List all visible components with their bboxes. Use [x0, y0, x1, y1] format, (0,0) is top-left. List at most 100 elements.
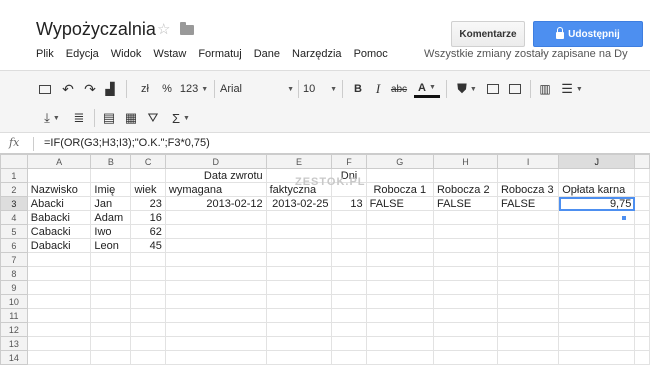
function-button[interactable]: Σ ▼	[168, 109, 194, 127]
cell-h2[interactable]: Robocza 2	[432, 182, 498, 197]
row-header-7[interactable]: 7	[0, 252, 28, 267]
cell-b5[interactable]: Iwo	[90, 224, 132, 239]
fill-color-icon[interactable]: ⛊ ▼	[454, 80, 480, 98]
cell-b6[interactable]: Leon	[90, 238, 132, 253]
cell-i1[interactable]	[496, 168, 560, 183]
cell-b4[interactable]: Adam	[90, 210, 132, 225]
folder-icon[interactable]	[180, 22, 194, 35]
column-header-extra[interactable]	[634, 154, 650, 169]
cell-c2[interactable]: wiek	[130, 182, 166, 197]
column-header-i[interactable]: I	[496, 154, 560, 169]
document-title[interactable]: Wypożyczalnia	[36, 19, 156, 40]
align-left-icon[interactable]: ☰ ▼	[558, 80, 586, 98]
column-header-e[interactable]: E	[265, 154, 333, 169]
number-format-dropdown[interactable]: 123 ▼	[178, 80, 210, 98]
cell-c3[interactable]: 23	[130, 196, 166, 211]
cell-g3[interactable]: FALSE	[365, 196, 434, 211]
row-header-13[interactable]: 13	[0, 336, 28, 351]
row-header-3[interactable]: 3	[0, 196, 28, 211]
cell-d1[interactable]: Data zwrotu	[164, 168, 267, 183]
filter-icon[interactable]: ⛛	[146, 109, 160, 127]
formula-input[interactable]: =IF(OR(G3;H3;I3);"O.K.";F3*0,75)	[44, 137, 210, 149]
italic-button[interactable]: I	[372, 80, 384, 98]
cell-b2[interactable]: Imię	[90, 182, 132, 197]
redo-icon[interactable]: ↷	[82, 80, 98, 98]
column-header-f[interactable]: F	[331, 154, 367, 169]
cell-c4[interactable]: 16	[130, 210, 166, 225]
share-button[interactable]: Udostępnij	[533, 21, 643, 47]
cell-f3[interactable]: 13	[331, 196, 367, 211]
cell-a4[interactable]: Babacki	[26, 210, 92, 225]
row-header-9[interactable]: 9	[0, 280, 28, 295]
menu-item-edit[interactable]: Edycja	[66, 48, 99, 60]
menu-item-format[interactable]: Formatuj	[198, 48, 241, 60]
row-header-10[interactable]: 10	[0, 294, 28, 309]
cell-j3[interactable]: 9,75	[558, 196, 636, 211]
corner-cell[interactable]	[0, 154, 28, 169]
merge-cells-icon[interactable]	[508, 80, 522, 98]
cell-i2[interactable]: Robocza 3	[496, 182, 560, 197]
menu-item-view[interactable]: Widok	[111, 48, 142, 60]
strikethrough-button[interactable]: abc	[388, 80, 410, 98]
cell-g2[interactable]: Robocza 1	[365, 182, 434, 197]
font-family-dropdown[interactable]: Arial ▼	[220, 80, 294, 98]
wrap-icon[interactable]: ▥	[538, 80, 552, 98]
column-header-a[interactable]: A	[26, 154, 92, 169]
cell-a6[interactable]: Dabacki	[26, 238, 92, 253]
cell-c6[interactable]: 45	[130, 238, 166, 253]
row-header-1[interactable]: 1	[0, 168, 28, 183]
column-header-j[interactable]: J	[558, 154, 636, 169]
cell-d2[interactable]: wymagana	[164, 182, 267, 197]
borders-icon[interactable]	[486, 80, 500, 98]
star-icon[interactable]: ☆	[157, 20, 170, 38]
currency-format-button[interactable]: zł	[138, 80, 152, 98]
menu-item-file[interactable]: Plik	[36, 48, 54, 60]
comments-button[interactable]: Komentarze	[451, 21, 525, 47]
row-header-11[interactable]: 11	[0, 308, 28, 323]
cell-c5[interactable]: 62	[130, 224, 166, 239]
cell-h3[interactable]: FALSE	[432, 196, 498, 211]
percent-format-button[interactable]: %	[160, 80, 174, 98]
row-header-5[interactable]: 5	[0, 224, 28, 239]
comment-icon[interactable]: ▤	[102, 109, 116, 127]
row-header-4[interactable]: 4	[0, 210, 28, 225]
row-header-6[interactable]: 6	[0, 238, 28, 253]
cell-b1[interactable]	[90, 168, 132, 183]
cell-a5[interactable]: Cabacki	[26, 224, 92, 239]
font-size-dropdown[interactable]: 10 ▼	[303, 80, 337, 98]
row-header-14[interactable]: 14	[0, 350, 28, 365]
fill-handle[interactable]	[622, 216, 626, 220]
cell-j1[interactable]	[558, 168, 636, 183]
column-header-c[interactable]: C	[130, 154, 166, 169]
menu-item-tools[interactable]: Narzędzia	[292, 48, 342, 60]
cell-g1[interactable]	[365, 168, 434, 183]
column-header-b[interactable]: B	[90, 154, 132, 169]
column-header-h[interactable]: H	[432, 154, 498, 169]
column-header-g[interactable]: G	[365, 154, 434, 169]
menu-item-insert[interactable]: Wstaw	[153, 48, 186, 60]
menu-item-help[interactable]: Pomoc	[354, 48, 388, 60]
cell-c1[interactable]	[130, 168, 166, 183]
cell-h1[interactable]	[432, 168, 498, 183]
cell-i3[interactable]: FALSE	[496, 196, 560, 211]
chart-icon[interactable]: ▦	[124, 109, 138, 127]
column-header-d[interactable]: D	[164, 154, 267, 169]
row-header-12[interactable]: 12	[0, 322, 28, 337]
cell-a1[interactable]	[26, 168, 92, 183]
row-header-8[interactable]: 8	[0, 266, 28, 281]
text-wrap-icon[interactable]: ≣	[70, 109, 88, 127]
menu-item-data[interactable]: Dane	[254, 48, 280, 60]
print-icon[interactable]	[38, 80, 52, 98]
bold-button[interactable]: B	[352, 80, 364, 98]
cell-d3[interactable]: 2013-02-12	[164, 196, 267, 211]
row-header-2[interactable]: 2	[0, 182, 28, 197]
cell-j2[interactable]: Opłata karna	[558, 182, 636, 197]
cell-b3[interactable]: Jan	[90, 196, 132, 211]
cell-e3[interactable]: 2013-02-25	[265, 196, 333, 211]
text-color-button[interactable]: A ▼	[414, 80, 440, 98]
cell-a2[interactable]: Nazwisko	[26, 182, 92, 197]
cell-a3[interactable]: Abacki	[26, 196, 92, 211]
vertical-align-icon[interactable]: ⤓ ▼	[38, 109, 66, 127]
paint-format-icon[interactable]: ▟	[103, 80, 117, 98]
undo-icon[interactable]: ↶	[60, 80, 76, 98]
